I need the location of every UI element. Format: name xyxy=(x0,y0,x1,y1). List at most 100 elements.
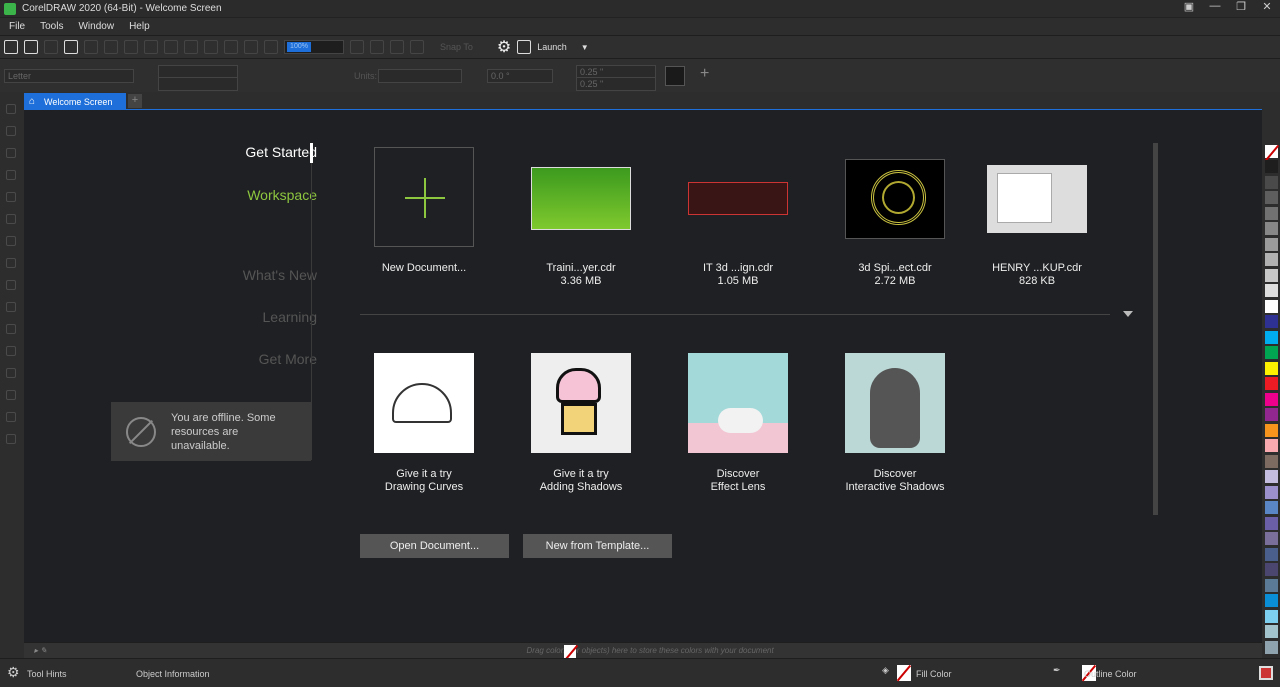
artistic-media-icon[interactable] xyxy=(6,214,16,224)
color-swatch[interactable] xyxy=(1265,299,1278,313)
recent-file-card[interactable]: 3d Spi...ect.cdr 2.72 MB xyxy=(825,147,965,288)
color-swatch[interactable] xyxy=(1265,160,1278,173)
color-swatch[interactable] xyxy=(1265,191,1278,204)
nudge-angle-field[interactable]: 0.0 ° xyxy=(487,69,553,83)
color-proof-icon[interactable] xyxy=(1259,666,1273,680)
zoom-level-field[interactable]: 100% xyxy=(284,40,344,54)
learning-card[interactable]: Give it a try Adding Shadows xyxy=(511,353,651,494)
vertical-scrollbar[interactable] xyxy=(1153,143,1158,515)
guidelines-icon[interactable] xyxy=(410,40,424,54)
crop-tool-icon[interactable] xyxy=(6,148,16,158)
color-swatch[interactable] xyxy=(1265,268,1278,282)
zoom-tool-icon[interactable] xyxy=(6,170,16,180)
eyedropper-icon[interactable]: ▸ ✎ xyxy=(34,643,47,659)
color-swatch[interactable] xyxy=(1265,609,1278,623)
tool-hints-label[interactable]: Tool Hints xyxy=(27,669,67,679)
expand-triangle-icon[interactable] xyxy=(1123,311,1133,317)
launch-dropdown[interactable]: Launch xyxy=(537,42,567,52)
color-swatch[interactable] xyxy=(1265,346,1278,359)
color-swatch[interactable] xyxy=(1265,454,1278,468)
snap-to-dropdown[interactable]: Snap To xyxy=(440,42,473,52)
treat-as-filled-icon[interactable] xyxy=(665,66,685,86)
menu-window[interactable]: Window xyxy=(78,21,114,32)
learning-card[interactable]: Discover Effect Lens xyxy=(668,353,808,494)
menu-help[interactable]: Help xyxy=(129,21,150,32)
outline-color-label[interactable]: Outline Color xyxy=(1084,669,1137,679)
shadow-tool-icon[interactable] xyxy=(6,368,16,378)
menu-file[interactable]: File xyxy=(9,21,25,32)
fill-swatch[interactable] xyxy=(897,665,911,681)
color-swatch[interactable] xyxy=(1265,284,1278,297)
color-swatch[interactable] xyxy=(1265,377,1278,390)
upload-icon[interactable] xyxy=(84,40,98,54)
paste-icon[interactable] xyxy=(164,40,178,54)
recent-file-card[interactable]: Traini...yer.cdr 3.36 MB xyxy=(511,147,651,288)
color-swatch[interactable] xyxy=(1265,470,1278,483)
new-document-card[interactable]: New Document... xyxy=(354,147,494,275)
object-info-label[interactable]: Object Information xyxy=(136,669,210,679)
chevron-down-icon[interactable]: ▼ xyxy=(581,43,589,52)
color-swatch[interactable] xyxy=(1265,439,1278,452)
eyedropper-tool-icon[interactable] xyxy=(6,412,16,422)
grid-icon[interactable] xyxy=(390,40,404,54)
units-select[interactable] xyxy=(378,69,462,83)
interactive-fill-icon[interactable] xyxy=(6,434,16,444)
parallel-dimension-icon[interactable] xyxy=(6,324,16,334)
duplicate-distance-y[interactable]: 0.25 " xyxy=(576,77,656,91)
pick-tool-icon[interactable] xyxy=(6,104,16,114)
nav-whats-new[interactable]: What's New xyxy=(243,267,317,283)
new-from-template-button[interactable]: New from Template... xyxy=(523,534,672,558)
nav-get-started[interactable]: Get Started xyxy=(245,144,317,160)
color-swatch[interactable] xyxy=(1265,563,1278,576)
redo-icon[interactable] xyxy=(204,40,218,54)
color-swatch[interactable] xyxy=(1265,532,1278,545)
color-swatch[interactable] xyxy=(1265,423,1278,437)
page-size-select[interactable]: Letter xyxy=(4,69,134,83)
cut-icon[interactable] xyxy=(124,40,138,54)
nav-learning[interactable]: Learning xyxy=(263,309,318,325)
color-swatch[interactable] xyxy=(1265,222,1278,235)
print-icon[interactable] xyxy=(104,40,118,54)
color-swatch[interactable] xyxy=(1265,547,1278,561)
color-swatch[interactable] xyxy=(1265,330,1278,344)
minimize-button[interactable]: — xyxy=(1202,0,1228,13)
new-tab-button[interactable]: + xyxy=(128,94,142,108)
menu-tools[interactable]: Tools xyxy=(40,21,63,32)
color-swatch[interactable] xyxy=(1265,408,1278,421)
page-height-field[interactable] xyxy=(158,77,238,91)
color-swatch[interactable] xyxy=(1265,640,1278,654)
color-swatch[interactable] xyxy=(1265,315,1278,328)
no-color-swatch[interactable] xyxy=(564,645,577,659)
restore-button[interactable]: ❐ xyxy=(1228,0,1254,13)
color-swatch[interactable] xyxy=(1265,594,1278,607)
nav-workspace[interactable]: Workspace xyxy=(247,187,317,203)
gear-icon[interactable]: ⚙ xyxy=(7,664,20,681)
new-document-icon[interactable] xyxy=(4,40,18,54)
open-folder-icon[interactable] xyxy=(24,40,38,54)
add-icon[interactable]: + xyxy=(700,65,709,83)
launch-icon[interactable] xyxy=(517,40,532,54)
color-swatch[interactable] xyxy=(1265,501,1278,514)
ellipse-tool-icon[interactable] xyxy=(6,258,16,268)
text-tool-icon[interactable] xyxy=(6,302,16,312)
nav-get-more[interactable]: Get More xyxy=(259,351,317,367)
color-swatch[interactable] xyxy=(1265,392,1278,406)
export-icon[interactable] xyxy=(244,40,258,54)
close-button[interactable]: ✕ xyxy=(1254,0,1280,13)
connector-tool-icon[interactable] xyxy=(6,346,16,356)
recent-file-card[interactable]: HENRY ...KUP.cdr 828 KB xyxy=(967,147,1107,288)
pdf-icon[interactable] xyxy=(264,40,278,54)
color-swatch[interactable] xyxy=(1265,175,1278,189)
open-document-button[interactable]: Open Document... xyxy=(360,534,509,558)
color-swatch[interactable] xyxy=(1265,237,1278,251)
color-swatch[interactable] xyxy=(1265,361,1278,375)
fill-color-label[interactable]: Fill Color xyxy=(916,669,952,679)
options-gear-icon[interactable]: ⚙ xyxy=(497,37,511,57)
freehand-tool-icon[interactable] xyxy=(6,192,16,202)
undo-icon[interactable] xyxy=(184,40,198,54)
polygon-tool-icon[interactable] xyxy=(6,280,16,290)
learning-card[interactable]: Give it a try Drawing Curves xyxy=(354,353,494,494)
save-icon[interactable] xyxy=(44,40,58,54)
copy-icon[interactable] xyxy=(144,40,158,54)
no-color-swatch[interactable] xyxy=(1265,145,1278,158)
